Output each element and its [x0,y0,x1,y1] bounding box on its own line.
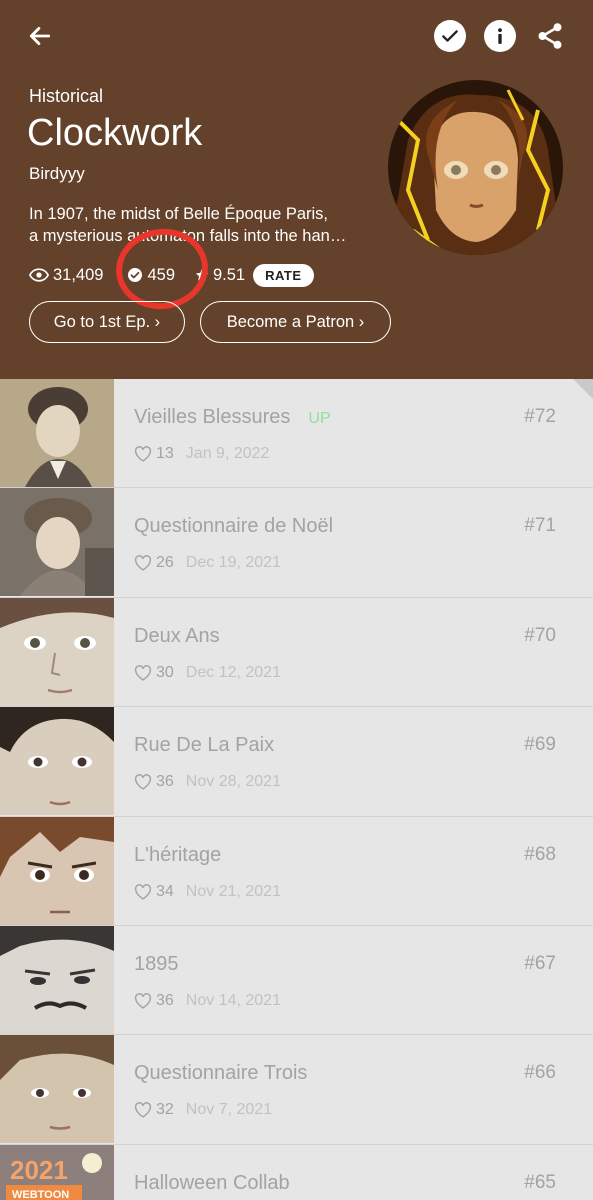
thumb-year-text: 2021 [10,1155,68,1185]
likes: 36 [134,992,174,1010]
episode-thumbnail [0,816,114,925]
likes-count: 26 [156,554,174,572]
go-to-first-episode-button[interactable]: Go to 1st Ep. › [29,301,185,343]
views-count: 31,409 [53,265,104,284]
likes-count: 30 [156,663,174,681]
episode-list[interactable]: Vieilles Blessures UP 13 Jan 9, 2022 #72 … [0,379,593,1200]
episode-title: Deux Ans [134,624,220,647]
episode-thumbnail: 2021 WEBTOON [0,1144,114,1200]
episode-number: #72 [524,406,556,427]
episode-meta: 30 Dec 12, 2021 [134,664,281,682]
series-author[interactable]: Birdyyy [29,164,85,184]
episode-row[interactable]: Deux Ans 30 Dec 12, 2021 #70 [0,597,593,708]
episode-row[interactable]: 2021 WEBTOON Halloween Collab #65 [0,1144,593,1200]
episode-date: Nov 28, 2021 [185,773,281,791]
episode-date: Dec 12, 2021 [185,663,281,681]
episode-meta: 34 Nov 21, 2021 [134,883,281,901]
heart-icon [134,446,152,462]
episode-meta: 32 Nov 7, 2021 [134,1101,272,1119]
heart-icon [134,1102,152,1119]
likes: 13 [134,445,174,463]
episode-date: Jan 9, 2022 [185,445,270,462]
episode-meta: 26 Dec 19, 2021 [134,554,281,572]
episode-number: #71 [524,515,556,537]
subscribe-button[interactable] [434,20,466,52]
episode-thumbnail [0,488,114,597]
up-badge: UP [308,410,331,427]
episode-thumbnail [0,597,114,706]
share-icon [538,23,562,49]
likes: 30 [134,664,174,682]
likes: 32 [134,1101,174,1119]
info-icon [498,28,502,44]
series-header: Historical Clockwork Birdyyy In 1907, th… [0,0,593,379]
episode-title: 1895 [134,952,179,975]
series-genre: Historical [29,86,104,106]
episode-number: #65 [524,1171,556,1193]
heart-icon [134,664,152,681]
likes-count: 32 [156,1101,174,1119]
checkmark-icon [442,30,458,42]
episode-row[interactable]: L'héritage 34 Nov 21, 2021 #68 [0,816,593,926]
episode-thumbnail [0,379,114,487]
info-button[interactable] [484,20,516,52]
likes-count: 36 [156,991,174,1009]
episode-row[interactable]: Rue De La Paix 36 Nov 28, 2021 #69 [0,707,593,817]
episode-thumbnail [0,1035,114,1144]
rating-value: 9.51 [213,265,246,284]
likes: 36 [134,773,174,791]
series-summary[interactable]: In 1907, the midst of Belle Époque Paris… [29,203,374,247]
episode-title: Rue De La Paix [134,734,275,757]
heart-icon [134,993,152,1009]
back-arrow-icon [29,27,51,45]
series-title: Clockwork [27,112,203,154]
page-fold-corner [573,379,593,399]
likes: 26 [134,554,174,572]
episode-title: Vieilles Blessures UP [134,406,331,428]
episode-date: Dec 19, 2021 [185,554,281,572]
episode-meta: 13 Jan 9, 2022 [134,445,269,463]
episode-row[interactable]: 1895 36 Nov 14, 2021 #67 [0,925,593,1036]
episode-title: L'héritage [134,843,222,866]
rate-button[interactable]: RATE [253,263,314,287]
episode-number: #68 [524,843,556,865]
heart-icon [134,774,152,790]
episode-date: Nov 21, 2021 [185,882,281,900]
episode-meta: 36 Nov 28, 2021 [134,773,281,791]
likes-count: 34 [156,882,174,900]
summary-line: a mysterious automaton falls into the ha… [29,227,347,245]
series-cover-avatar[interactable] [388,80,563,255]
likes-count: 36 [156,773,174,791]
likes: 34 [134,883,174,901]
episode-number: #67 [524,952,556,974]
episode-title: Halloween Collab [134,1171,290,1194]
heart-icon [134,555,152,572]
views-stat: 31,409 [29,266,103,285]
episode-thumbnail [0,707,114,816]
episode-number: #66 [524,1062,556,1084]
episode-row[interactable]: Vieilles Blessures UP 13 Jan 9, 2022 #72 [0,379,593,489]
likes-count: 13 [156,445,174,462]
episode-number: #70 [524,624,556,646]
episode-date: Nov 14, 2021 [185,991,281,1009]
episode-row[interactable]: Questionnaire de Noël 26 Dec 19, 2021 #7… [0,488,593,598]
episode-title: Questionnaire Trois [134,1062,308,1085]
eye-icon [29,268,49,282]
become-patron-button[interactable]: Become a Patron › [200,301,391,343]
episode-number: #69 [524,734,556,756]
episode-meta: 36 Nov 14, 2021 [134,992,281,1010]
back-button[interactable] [22,18,58,54]
thumb-brand-text: WEBTOON [12,1189,69,1200]
episode-title: Questionnaire de Noël [134,515,334,538]
episode-thumbnail [0,925,114,1034]
summary-line: In 1907, the midst of Belle Époque Paris… [29,205,329,223]
episode-row[interactable]: Questionnaire Trois 32 Nov 7, 2021 #66 [0,1035,593,1145]
heart-icon [134,883,152,900]
share-button[interactable] [532,18,568,54]
episode-date: Nov 7, 2021 [185,1101,273,1119]
